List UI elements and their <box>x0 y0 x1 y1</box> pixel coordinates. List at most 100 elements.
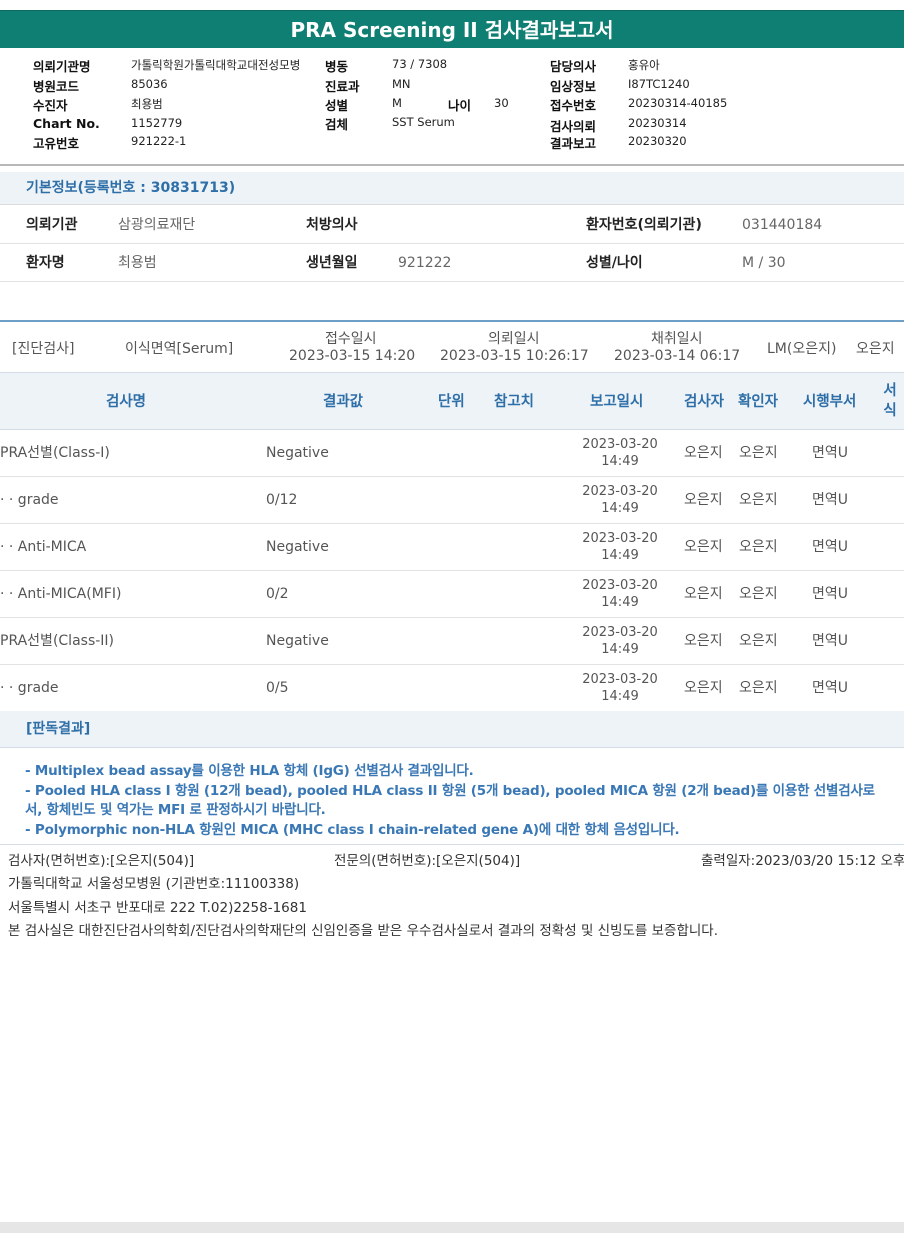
col-technician: 검사자 <box>684 394 725 410</box>
report-title: PRA Screening II 검사결과보고서 <box>0 10 904 48</box>
result-value: Negative <box>266 539 329 555</box>
dept-value: MN <box>392 77 411 91</box>
institution-label: 의뢰기관 <box>26 217 78 233</box>
department: 면역U <box>812 633 849 649</box>
result-value: Negative <box>266 633 329 649</box>
test-name: PRA선별(Class-I) <box>0 445 110 461</box>
col-test-name: 검사명 <box>106 394 147 410</box>
department: 면역U <box>812 492 849 508</box>
footer-specialist: 전문의(면허번호):[오은지(504)] <box>334 853 521 869</box>
patient-no-label: 환자번호(의뢰기관) <box>586 217 702 233</box>
test-request-value: 20230314 <box>628 116 687 130</box>
interpretation-line: 서, 항체빈도 및 역가는 MFI 로 판정하시기 바랍니다. <box>25 802 326 818</box>
confirmer: 오은지 <box>739 633 778 649</box>
reported-datetime: 2023-03-20 14:49 <box>582 578 658 610</box>
sex-value: M <box>392 96 402 110</box>
result-value: Negative <box>266 445 329 461</box>
col-department: 시행부서 <box>803 394 857 410</box>
basic-info-title: 기본정보(등록번호 : 30831713) <box>0 172 904 205</box>
table-row: · · grade 0/12 2023-03-20 14:49 오은지 오은지 면… <box>0 477 904 524</box>
interpretation-line: - Multiplex bead assay를 이용한 HLA 항체 (IgG)… <box>25 763 474 779</box>
diagnosis-info: [진단검사] 이식면역[Serum] 접수일시 2023-03-15 14:20… <box>0 320 904 372</box>
sex-age-value: M / 30 <box>742 255 786 271</box>
interpretation-body: - Multiplex bead assay를 이용한 HLA 항체 (IgG)… <box>0 748 904 845</box>
table-row: PRA선별(Class-II) Negative 2023-03-20 14:49… <box>0 618 904 665</box>
requested-value: 2023-03-15 10:26:17 <box>440 348 589 364</box>
table-row: · · grade 0/5 2023-03-20 14:49 오은지 오은지 면역… <box>0 665 904 712</box>
age-value: 30 <box>494 96 509 110</box>
col-result: 결과값 <box>323 394 364 410</box>
patient-name-value: 최용범 <box>118 255 157 271</box>
patient-no-value: 031440184 <box>742 217 823 233</box>
interpretation-title: [판독결과] <box>0 711 904 748</box>
age-label: 나이 <box>448 98 472 113</box>
chart-no-label: Chart No. <box>33 116 100 131</box>
hospital-code-label: 병원코드 <box>33 79 80 94</box>
birth-label: 생년월일 <box>306 255 358 271</box>
test-name: · · grade <box>0 680 59 696</box>
department: 면역U <box>812 680 849 696</box>
basic-info-row-2: 환자명 최용범 생년월일 921222 성별/나이 M / 30 <box>0 244 904 282</box>
diagnosis-test-group: 이식면역[Serum] <box>125 341 234 357</box>
confirmer: 오은지 <box>739 539 778 555</box>
results-table-body: PRA선별(Class-I) Negative 2023-03-20 14:49 … <box>0 430 904 712</box>
technician: 오은지 <box>684 680 723 696</box>
technician: 오은지 <box>684 586 723 602</box>
birth-value: 921222 <box>398 255 452 271</box>
result-value: 0/5 <box>266 680 289 696</box>
diagnosis-category: [진단검사] <box>12 341 75 357</box>
footer-printed: 출력일자:2023/03/20 15:12 오후 <box>701 853 904 869</box>
receipt-no-value: 20230314-40185 <box>628 96 728 110</box>
receipt-no-label: 접수번호 <box>550 98 597 113</box>
specimen-label: 검체 <box>325 117 349 132</box>
header-divider <box>0 164 904 166</box>
results-table-header: 검사명 결과값 단위 참고치 보고일시 검사자 확인자 시행부서 서 식 <box>0 372 904 430</box>
footer-address: 서울특별시 서초구 반포대로 222 T.02)2258-1681 <box>8 900 307 916</box>
report-header: 의뢰기관명 가톨릭학원가톨릭대학교대전성모병 병동 73 / 7308 담당의사… <box>0 50 904 165</box>
department: 면역U <box>812 445 849 461</box>
result-report-value: 20230320 <box>628 134 687 148</box>
requested-label: 의뢰일시 <box>488 331 540 347</box>
received-label: 접수일시 <box>325 331 377 347</box>
hospital-code-value: 85036 <box>131 77 168 91</box>
department: 면역U <box>812 586 849 602</box>
specimen-value: SST Serum <box>392 115 455 129</box>
collected-value: 2023-03-14 06:17 <box>614 348 741 364</box>
result-value: 0/2 <box>266 586 289 602</box>
confirmer: 오은지 <box>739 445 778 461</box>
ref-institution-label: 의뢰기관명 <box>33 59 91 74</box>
sex-label: 성별 <box>325 98 349 113</box>
attending-value: 홍유아 <box>628 58 660 72</box>
lm-label: LM(오은지) <box>767 341 837 357</box>
institution-value: 삼광의료재단 <box>118 217 196 233</box>
confirmer: 오은지 <box>739 586 778 602</box>
technician: 오은지 <box>684 539 723 555</box>
recipient-value: 최용범 <box>131 97 163 111</box>
unique-no-label: 고유번호 <box>33 136 80 151</box>
bottom-scroll-bar <box>0 1222 904 1233</box>
reported-datetime: 2023-03-20 14:49 <box>582 484 658 516</box>
unique-no-value: 921222-1 <box>131 134 187 148</box>
reported-datetime: 2023-03-20 14:49 <box>582 437 658 469</box>
technician: 오은지 <box>684 492 723 508</box>
reported-datetime: 2023-03-20 14:49 <box>582 531 658 563</box>
footer-certification: 본 검사실은 대한진단검사의학회/진단검사의학재단의 신임인증을 받은 우수검사… <box>8 923 719 939</box>
test-name: · · Anti-MICA(MFI) <box>0 586 122 602</box>
footer-hospital: 가톨릭대학교 서울성모병원 (기관번호:11100338) <box>8 876 300 892</box>
interpretation-line: - Polymorphic non-HLA 항원인 MICA (MHC clas… <box>25 822 680 838</box>
confirmer: 오은지 <box>739 492 778 508</box>
col-reference: 참고치 <box>494 394 535 410</box>
reported-datetime: 2023-03-20 14:49 <box>582 625 658 657</box>
confirmer: 오은지 <box>739 680 778 696</box>
footer-examiner: 검사자(면허번호):[오은지(504)] <box>8 853 195 869</box>
col-reported: 보고일시 <box>590 394 644 410</box>
clinical-label: 임상정보 <box>550 79 597 94</box>
table-row: PRA선별(Class-I) Negative 2023-03-20 14:49 … <box>0 430 904 477</box>
sex-age-label: 성별/나이 <box>586 255 643 271</box>
col-unit: 단위 <box>438 394 465 410</box>
lm-name: 오은지 <box>856 341 895 357</box>
ref-institution-value: 가톨릭학원가톨릭대학교대전성모병 <box>131 58 301 72</box>
result-report-label: 결과보고 <box>550 136 597 151</box>
recipient-label: 수진자 <box>33 98 68 113</box>
prescriber-label: 처방의사 <box>306 217 358 233</box>
